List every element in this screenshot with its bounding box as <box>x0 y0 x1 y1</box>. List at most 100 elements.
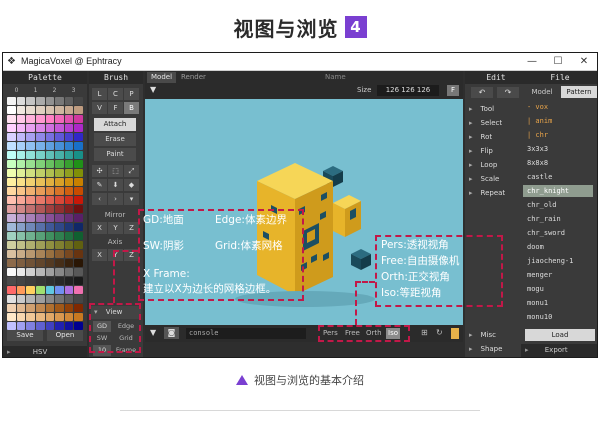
palette-swatch[interactable] <box>64 250 74 258</box>
palette-swatch[interactable] <box>74 205 83 213</box>
palette-swatch[interactable] <box>7 169 16 177</box>
palette-swatch[interactable] <box>55 223 64 231</box>
file-list-item[interactable]: menger <box>523 269 593 281</box>
palette-swatch[interactable] <box>16 169 26 177</box>
palette-swatch[interactable] <box>26 313 35 321</box>
axis-x-button[interactable]: X <box>92 249 107 261</box>
file-list-item[interactable]: 3x3x3 <box>523 143 593 155</box>
palette-swatch[interactable] <box>55 97 64 105</box>
palette-swatch[interactable] <box>45 106 55 114</box>
palette-swatch[interactable] <box>26 304 35 312</box>
arrow-right-icon[interactable]: › <box>108 193 123 205</box>
palette-swatch[interactable] <box>35 250 45 258</box>
palette-swatch[interactable] <box>74 196 83 204</box>
palette-swatch[interactable] <box>64 241 74 249</box>
palette-swatch[interactable] <box>64 115 74 123</box>
palette-swatch[interactable] <box>26 97 35 105</box>
palette-swatch[interactable] <box>45 178 55 186</box>
palette-swatch[interactable] <box>16 178 26 186</box>
palette-page-tab[interactable]: 1 <box>26 87 45 95</box>
erase-mode-button[interactable]: Erase <box>94 133 136 146</box>
palette-swatch[interactable] <box>16 313 26 321</box>
file-list-item[interactable]: | anim <box>523 115 593 127</box>
palette-swatch[interactable] <box>7 97 16 105</box>
palette-swatch-grid[interactable] <box>7 97 83 333</box>
palette-swatch[interactable] <box>35 232 45 240</box>
palette-swatch[interactable] <box>64 187 74 195</box>
palette-swatch[interactable] <box>55 277 64 285</box>
edit-misc-item[interactable]: ▸ Misc <box>469 328 525 342</box>
palette-swatch[interactable] <box>16 133 26 141</box>
palette-swatch[interactable] <box>45 223 55 231</box>
palette-swatch[interactable] <box>64 97 74 105</box>
palette-swatch[interactable] <box>26 178 35 186</box>
palette-swatch[interactable] <box>55 250 64 258</box>
undo-button[interactable]: ↶ <box>471 87 493 98</box>
palette-swatch[interactable] <box>7 178 16 186</box>
palette-swatch[interactable] <box>26 205 35 213</box>
attach-mode-button[interactable]: Attach <box>94 118 136 131</box>
brush-type-l[interactable]: L <box>92 88 107 100</box>
palette-swatch[interactable] <box>64 259 74 267</box>
palette-swatch[interactable] <box>7 232 16 240</box>
palette-swatch[interactable] <box>64 322 74 330</box>
palette-swatch[interactable] <box>55 259 64 267</box>
palette-swatch[interactable] <box>64 151 74 159</box>
palette-swatch[interactable] <box>16 232 26 240</box>
palette-swatch[interactable] <box>74 259 83 267</box>
palette-swatch[interactable] <box>45 277 55 285</box>
palette-swatch[interactable] <box>45 151 55 159</box>
palette-swatch[interactable] <box>7 322 16 330</box>
palette-swatch[interactable] <box>16 205 26 213</box>
palette-swatch[interactable] <box>64 286 74 294</box>
palette-swatch[interactable] <box>45 268 55 276</box>
palette-swatch[interactable] <box>45 232 55 240</box>
palette-swatch[interactable] <box>74 178 83 186</box>
palette-swatch[interactable] <box>64 178 74 186</box>
palette-swatch[interactable] <box>16 268 26 276</box>
palette-swatch[interactable] <box>74 160 83 168</box>
palette-swatch[interactable] <box>64 124 74 132</box>
palette-swatch[interactable] <box>16 286 26 294</box>
palette-swatch[interactable] <box>64 313 74 321</box>
brush-type-p[interactable]: P <box>124 88 139 100</box>
file-list-item[interactable]: chr_sword <box>523 227 593 239</box>
palette-swatch[interactable] <box>55 313 64 321</box>
palette-swatch[interactable] <box>16 115 26 123</box>
palette-swatch[interactable] <box>74 169 83 177</box>
palette-swatch[interactable] <box>16 241 26 249</box>
palette-swatch[interactable] <box>74 322 83 330</box>
console-input[interactable]: console <box>186 328 306 339</box>
palette-swatch[interactable] <box>26 124 35 132</box>
palette-swatch[interactable] <box>26 277 35 285</box>
palette-swatch[interactable] <box>16 106 26 114</box>
palette-swatch[interactable] <box>16 151 26 159</box>
palette-swatch[interactable] <box>7 214 16 222</box>
palette-swatch[interactable] <box>64 268 74 276</box>
palette-swatch[interactable] <box>7 259 16 267</box>
palette-swatch[interactable] <box>7 205 16 213</box>
palette-swatch[interactable] <box>35 304 45 312</box>
palette-swatch[interactable] <box>7 115 16 123</box>
palette-swatch[interactable] <box>16 187 26 195</box>
file-list-item[interactable]: doom <box>523 241 593 253</box>
palette-page-tab[interactable]: 3 <box>64 87 83 95</box>
palette-swatch[interactable] <box>64 106 74 114</box>
palette-swatch[interactable] <box>16 304 26 312</box>
palette-swatch[interactable] <box>7 286 16 294</box>
palette-swatch[interactable] <box>35 160 45 168</box>
palette-swatch[interactable] <box>16 160 26 168</box>
palette-swatch[interactable] <box>74 142 83 150</box>
palette-swatch[interactable] <box>26 250 35 258</box>
palette-page-tab[interactable]: 0 <box>7 87 26 95</box>
size-input[interactable]: 126 126 126 <box>377 85 439 96</box>
palette-swatch[interactable] <box>55 124 64 132</box>
edit-tool-item[interactable]: ▸ Tool <box>469 102 525 116</box>
palette-swatch[interactable] <box>7 151 16 159</box>
palette-swatch[interactable] <box>74 241 83 249</box>
palette-swatch[interactable] <box>55 304 64 312</box>
palette-swatch[interactable] <box>16 223 26 231</box>
palette-swatch[interactable] <box>35 295 45 303</box>
palette-swatch[interactable] <box>7 313 16 321</box>
palette-swatch[interactable] <box>45 160 55 168</box>
